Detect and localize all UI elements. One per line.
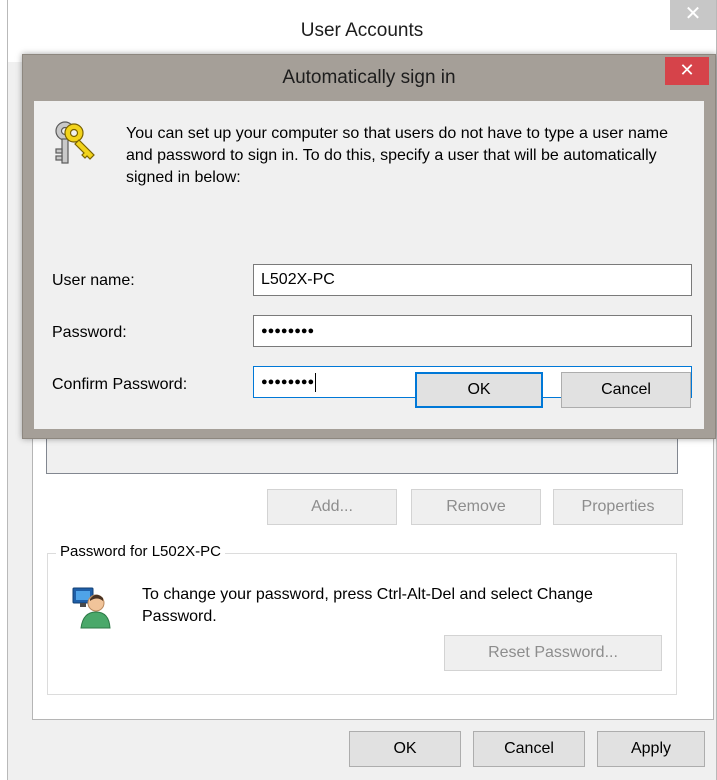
user-computer-icon <box>71 584 111 630</box>
dialog-ok-button[interactable]: OK <box>415 372 543 408</box>
dialog-cancel-button[interactable]: Cancel <box>561 372 691 408</box>
close-icon: ✕ <box>679 60 695 80</box>
auto-sign-in-title: Automatically sign in <box>282 67 456 88</box>
user-accounts-title: User Accounts <box>300 20 424 41</box>
text-caret <box>315 372 317 392</box>
add-button[interactable]: Add... <box>267 489 397 525</box>
outer-cancel-button[interactable]: Cancel <box>473 731 585 767</box>
password-group-legend: Password for L502X-PC <box>56 543 225 560</box>
confirm-password-value: ●●●●●●●● <box>261 376 315 388</box>
keys-icon <box>52 119 98 167</box>
password-field[interactable]: ●●●●●●●● <box>253 315 692 347</box>
properties-button[interactable]: Properties <box>553 489 683 525</box>
auto-sign-in-instructions: You can set up your computer so that use… <box>126 125 668 186</box>
apply-button[interactable]: Apply <box>597 731 705 767</box>
username-field[interactable]: L502X-PC <box>253 264 692 296</box>
password-groupbox: Password for L502X-PC To change your pas… <box>47 543 677 695</box>
reset-password-button[interactable]: Reset Password... <box>444 635 662 671</box>
password-label: Password: <box>52 324 127 341</box>
confirm-password-label: Confirm Password: <box>52 376 188 393</box>
user-accounts-titlebar[interactable]: User Accounts ✕ <box>8 0 716 62</box>
change-password-text: To change your password, press Ctrl-Alt-… <box>142 586 593 625</box>
outer-ok-button[interactable]: OK <box>349 731 461 767</box>
close-icon: ✕ <box>684 3 702 25</box>
auto-sign-in-dialog: Automatically sign in ✕ You can set up y… <box>22 54 716 439</box>
username-label: User name: <box>52 272 135 289</box>
user-accounts-close-button[interactable]: ✕ <box>670 0 716 30</box>
remove-button[interactable]: Remove <box>411 489 541 525</box>
dialog-close-button[interactable]: ✕ <box>665 57 709 85</box>
